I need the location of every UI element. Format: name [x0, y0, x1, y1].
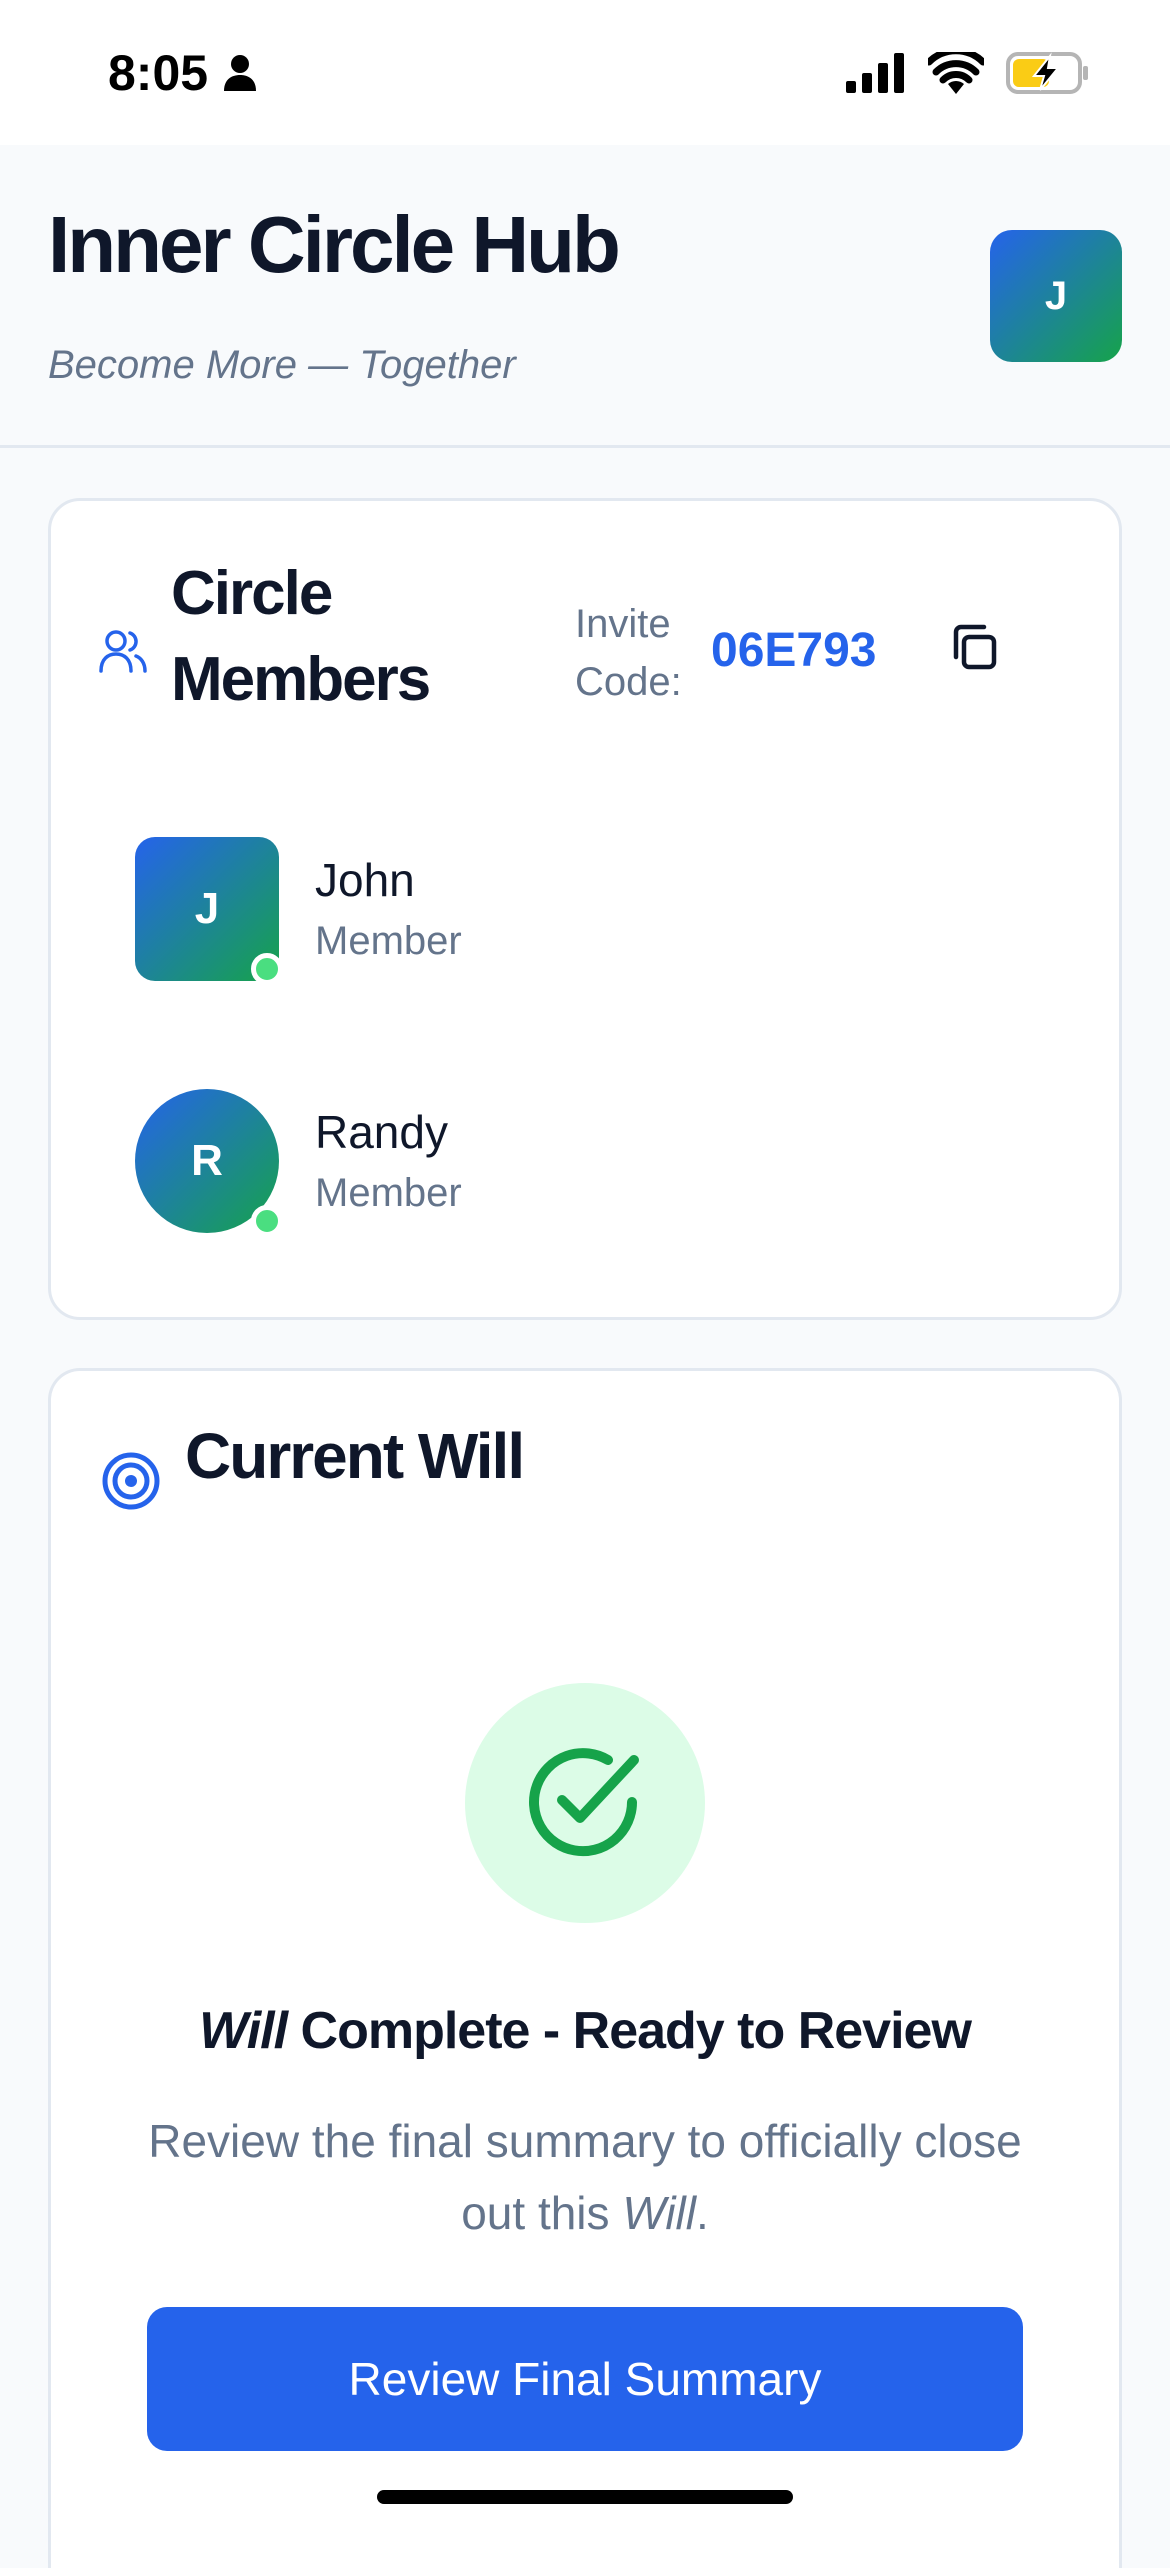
- status-indicators: [846, 52, 1090, 94]
- online-status-indicator: [251, 1205, 283, 1237]
- clock-text: 8:05: [108, 45, 209, 101]
- users-icon: [99, 630, 147, 673]
- completion-badge: [465, 1683, 705, 1923]
- will-status-description-emphasis: Will: [622, 2187, 696, 2239]
- check-circle-icon: [529, 1748, 639, 1857]
- cellular-signal-icon: [846, 53, 904, 93]
- member-role: Member: [315, 919, 462, 963]
- member-avatar-initial: R: [191, 1136, 223, 1185]
- app-tagline: Become More — Together: [48, 343, 516, 387]
- member-name: Randy: [315, 1106, 448, 1158]
- app-title: Inner Circle Hub: [48, 200, 621, 289]
- invite-code-value[interactable]: 06E793: [711, 623, 877, 678]
- profile-avatar-button[interactable]: J: [990, 230, 1122, 362]
- will-status-heading: Will Complete - Ready to Review: [51, 2001, 1119, 2061]
- person-icon: [224, 55, 257, 91]
- member-avatar-initial: J: [194, 884, 220, 933]
- will-status-description-end: .: [695, 2187, 709, 2239]
- online-status-indicator: [251, 953, 283, 985]
- copy-icon[interactable]: [946, 619, 1002, 675]
- will-status-heading-text: Complete - Ready to Review: [287, 2002, 972, 2060]
- circle-members-card: Circle Members Invite Code: 06E793 J Joh…: [48, 498, 1122, 1320]
- status-time: 8:05: [108, 44, 258, 102]
- app-header: Inner Circle Hub Become More — Together …: [0, 145, 1170, 448]
- current-will-card: Current Will Will Complete - Ready to Re…: [48, 1368, 1122, 2568]
- circle-members-title: Circle Members: [171, 559, 431, 714]
- wifi-icon: [928, 52, 984, 94]
- will-status-description: Review the final summary to officially c…: [111, 2105, 1059, 2249]
- invite-code-label: Invite Code:: [575, 602, 682, 704]
- current-will-title: Current Will: [185, 1420, 525, 1492]
- will-status-heading-emphasis: Will: [199, 2002, 288, 2060]
- home-indicator[interactable]: [377, 2490, 793, 2504]
- status-bar: 8:05: [0, 0, 1170, 145]
- member-name: John: [315, 854, 415, 906]
- member-list-item[interactable]: J John Member: [135, 837, 735, 987]
- review-final-summary-button[interactable]: Review Final Summary: [147, 2307, 1023, 2451]
- will-status-description-text: Review the final summary to officially c…: [148, 2115, 1022, 2239]
- battery-charging-icon: [1006, 52, 1088, 94]
- profile-avatar-initial: J: [1044, 273, 1068, 318]
- member-role: Member: [315, 1171, 462, 1215]
- member-list-item[interactable]: R Randy Member: [135, 1089, 735, 1239]
- target-icon: [102, 1452, 160, 1510]
